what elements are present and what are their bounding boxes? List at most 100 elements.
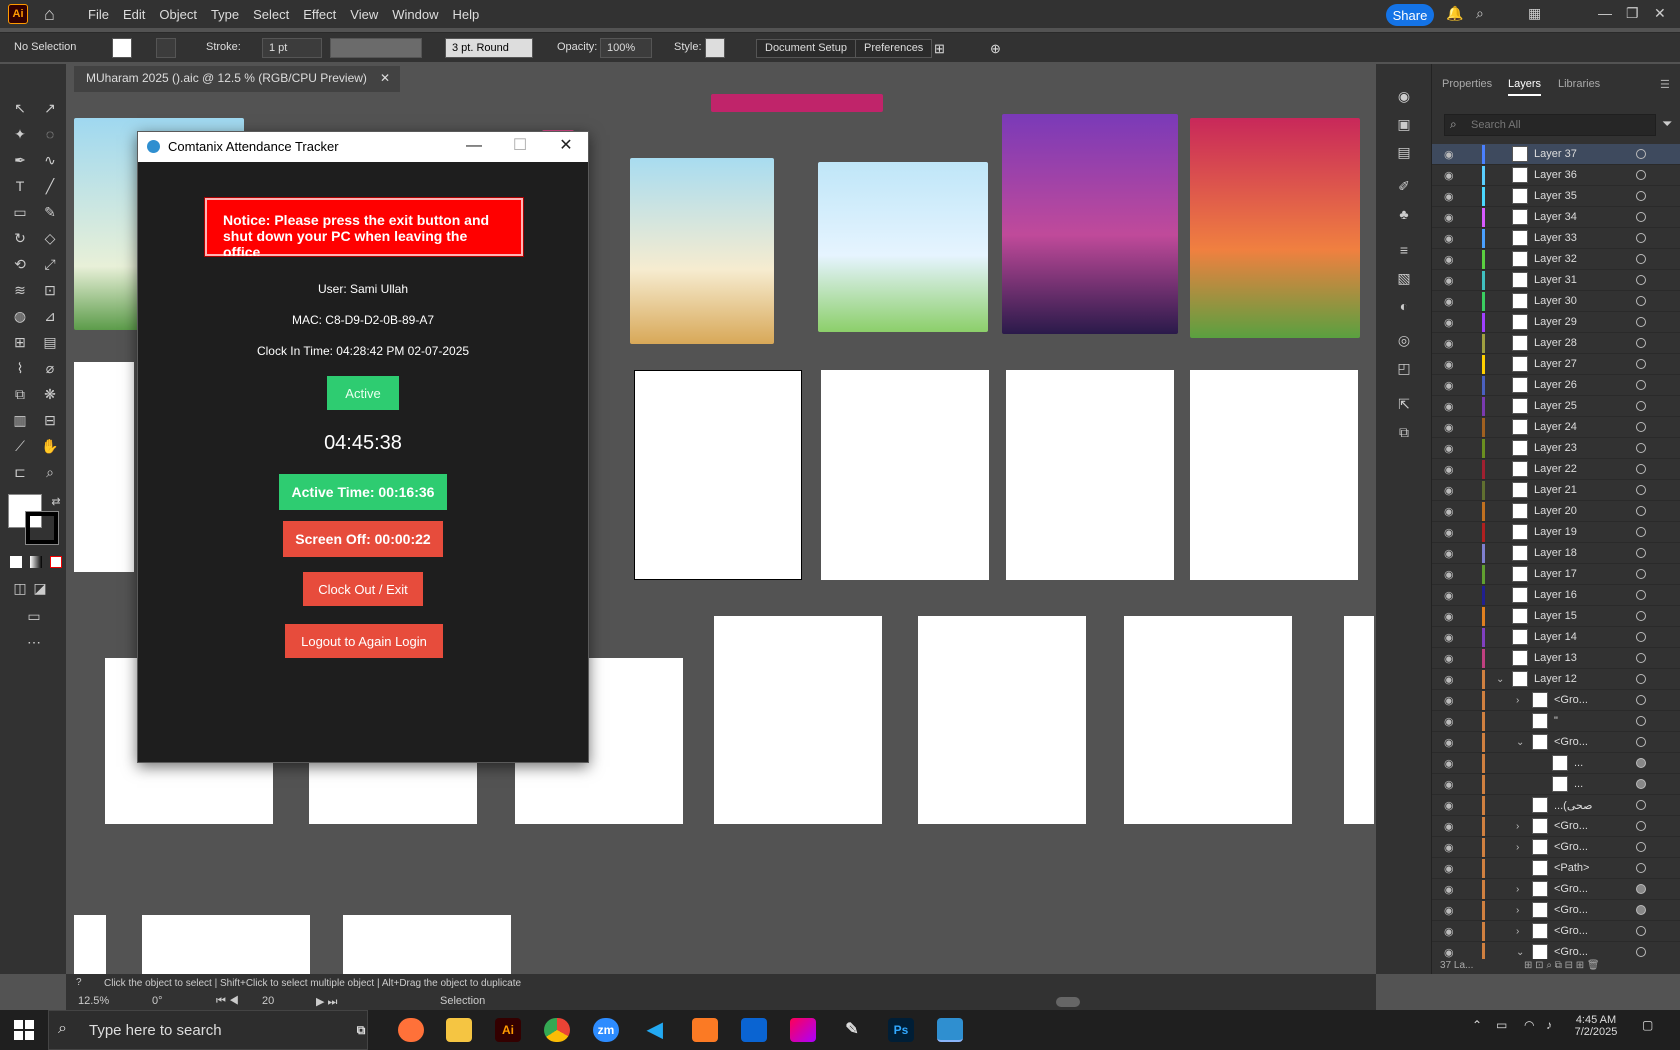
visibility-eye-icon[interactable]: ◉	[1444, 316, 1454, 329]
chrome-icon[interactable]	[544, 1018, 570, 1042]
visibility-eye-icon[interactable]: ◉	[1444, 589, 1454, 602]
curvature-tool-icon[interactable]: ∿	[40, 150, 60, 170]
volume-icon[interactable]: ♪	[1546, 1018, 1552, 1032]
sublayer-row[interactable]: ◉ "	[1432, 711, 1680, 732]
layer-row[interactable]: ◉ Layer 30	[1432, 291, 1680, 312]
visibility-eye-icon[interactable]: ◉	[1444, 442, 1454, 455]
scale-tool-icon[interactable]: ⤢	[40, 254, 60, 274]
symbols-icon[interactable]: ♣	[1394, 204, 1414, 224]
layer-row[interactable]: ◉ Layer 13	[1432, 648, 1680, 669]
preferences-button[interactable]: Preferences	[855, 39, 933, 58]
visibility-eye-icon[interactable]: ◉	[1444, 883, 1454, 896]
target-circle-icon[interactable]	[1636, 191, 1646, 201]
search-icon[interactable]: ⌕	[1476, 5, 1484, 22]
visibility-eye-icon[interactable]: ◉	[1444, 463, 1454, 476]
layer-row[interactable]: ◉ Layer 28	[1432, 333, 1680, 354]
menu-window[interactable]: Window	[392, 7, 438, 22]
target-circle-icon[interactable]	[1636, 149, 1646, 159]
cc-libraries-icon[interactable]: ▤	[1394, 142, 1414, 162]
lasso-tool-icon[interactable]: ◌	[40, 124, 60, 144]
visibility-eye-icon[interactable]: ◉	[1444, 379, 1454, 392]
creative-cloud-icon[interactable]	[790, 1018, 816, 1042]
expand-chevron-icon[interactable]: ›	[1516, 926, 1519, 937]
paintbrush-tool-icon[interactable]: ✎	[40, 202, 60, 222]
color-guide-icon[interactable]: ▣	[1394, 114, 1414, 134]
puppet-icon[interactable]: ⊕	[990, 41, 1001, 57]
visibility-eye-icon[interactable]: ◉	[1444, 169, 1454, 182]
visibility-eye-icon[interactable]: ◉	[1444, 232, 1454, 245]
expand-chevron-icon[interactable]: ›	[1516, 821, 1519, 832]
sublayer-row[interactable]: ◉ ⌄ <Gro...	[1432, 732, 1680, 753]
visibility-eye-icon[interactable]: ◉	[1444, 358, 1454, 371]
sublayer-row[interactable]: ◉ <Path>	[1432, 858, 1680, 879]
attendance-tracker-taskbar-icon[interactable]	[937, 1018, 963, 1042]
magic-wand-tool-icon[interactable]: ✦	[10, 124, 30, 144]
visibility-eye-icon[interactable]: ◉	[1444, 610, 1454, 623]
target-circle-icon[interactable]	[1636, 947, 1646, 957]
layer-row[interactable]: ◉ Layer 37	[1432, 144, 1680, 165]
warp-tool-icon[interactable]: ≋	[10, 280, 30, 300]
visibility-eye-icon[interactable]: ◉	[1444, 694, 1454, 707]
artboard[interactable]	[74, 915, 106, 974]
gradient-mode-icon[interactable]	[30, 556, 42, 568]
menu-object[interactable]: Object	[159, 7, 197, 22]
visibility-eye-icon[interactable]: ◉	[1444, 673, 1454, 686]
visibility-eye-icon[interactable]: ◉	[1444, 652, 1454, 665]
clock[interactable]: 4:45 AM 7/2/2025	[1568, 1014, 1624, 1038]
visibility-eye-icon[interactable]: ◉	[1444, 904, 1454, 917]
network-icon[interactable]: ▭	[1496, 1018, 1507, 1032]
close-icon[interactable]: ✕	[556, 136, 576, 156]
document-setup-button[interactable]: Document Setup	[756, 39, 856, 58]
artboard[interactable]	[714, 616, 882, 824]
none-mode-icon[interactable]	[50, 556, 62, 568]
panel-menu-icon[interactable]: ☰	[1660, 78, 1670, 91]
appearance-icon[interactable]: ◎	[1394, 330, 1414, 350]
target-circle-icon[interactable]	[1636, 527, 1646, 537]
sublayer-row[interactable]: ◉ › <Gro...	[1432, 837, 1680, 858]
firefox-icon[interactable]	[398, 1018, 424, 1042]
screen-mode-icon[interactable]: ▭	[24, 606, 44, 626]
layer-row[interactable]: ◉ Layer 16	[1432, 585, 1680, 606]
mesh-tool-icon[interactable]: ⊞	[10, 332, 30, 352]
target-circle-icon[interactable]	[1636, 674, 1646, 684]
target-circle-icon[interactable]	[1636, 716, 1646, 726]
layer-row[interactable]: ◉ Layer 18	[1432, 543, 1680, 564]
layer-row[interactable]: ◉ Layer 20	[1432, 501, 1680, 522]
direct-selection-tool-icon[interactable]: ↗	[40, 98, 60, 118]
visibility-eye-icon[interactable]: ◉	[1444, 778, 1454, 791]
close-icon[interactable]: ✕	[1654, 5, 1666, 22]
logout-button[interactable]: Logout to Again Login	[285, 624, 443, 658]
selection-tool-icon[interactable]: ↖	[10, 98, 30, 118]
variable-width-select[interactable]	[330, 38, 422, 58]
outlook-icon[interactable]	[741, 1018, 767, 1042]
target-circle-icon[interactable]	[1636, 800, 1646, 810]
sublayer-row[interactable]: ◉ ...(صحی	[1432, 795, 1680, 816]
target-circle-icon[interactable]	[1636, 233, 1646, 243]
layer-row[interactable]: ◉ Layer 21	[1432, 480, 1680, 501]
expand-chevron-icon[interactable]: ⌄	[1516, 947, 1524, 958]
menu-type[interactable]: Type	[211, 7, 239, 22]
target-circle-icon[interactable]	[1636, 506, 1646, 516]
style-swatch[interactable]	[705, 38, 725, 58]
align-icon[interactable]: ⊞	[934, 41, 945, 57]
target-circle-icon[interactable]	[1636, 359, 1646, 369]
rectangle-tool-icon[interactable]: ▭	[10, 202, 30, 222]
layer-row[interactable]: ◉ ⌄ Layer 12	[1432, 669, 1680, 690]
blend-tool-icon[interactable]: ⧉	[10, 384, 30, 404]
eraser-tool-icon[interactable]: ◇	[40, 228, 60, 248]
layer-actions-icons[interactable]: ⊞ ⊡ ⌕ ⧉ ⊟ ⊞ 🗑	[1524, 960, 1600, 971]
target-circle-icon[interactable]	[1636, 611, 1646, 621]
target-circle-icon[interactable]	[1636, 296, 1646, 306]
filter-icon[interactable]: ⏷	[1662, 116, 1672, 132]
file-explorer-icon[interactable]	[446, 1018, 472, 1042]
artboard-nav-icons[interactable]: ⏮ ◀	[216, 995, 239, 1008]
pen-app-icon[interactable]: ✎	[839, 1018, 865, 1042]
visibility-eye-icon[interactable]: ◉	[1444, 295, 1454, 308]
visibility-eye-icon[interactable]: ◉	[1444, 190, 1454, 203]
tray-chevron-icon[interactable]: ⌃	[1472, 1018, 1482, 1032]
visibility-eye-icon[interactable]: ◉	[1444, 274, 1454, 287]
artboard[interactable]	[1344, 616, 1374, 824]
zoom-tool-icon[interactable]: ⌕	[40, 462, 60, 482]
visibility-eye-icon[interactable]: ◉	[1444, 505, 1454, 518]
visibility-eye-icon[interactable]: ◉	[1444, 526, 1454, 539]
